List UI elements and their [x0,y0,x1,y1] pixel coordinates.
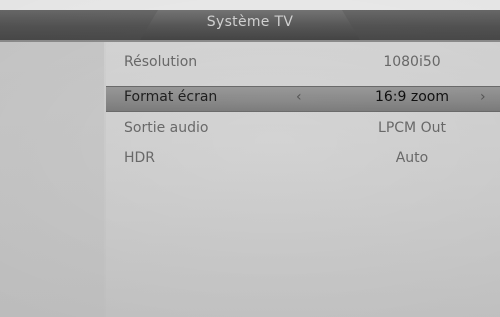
setting-value: LPCM Out [378,120,446,136]
sidebar-divider [0,42,104,317]
setting-label: HDR [124,150,156,166]
setting-value: Auto [395,150,429,166]
setting-value: 16:9 zoom [374,89,449,105]
window-title: Système TV [206,14,294,30]
setting-value: 1080i50 [383,54,441,70]
setting-row-hdr[interactable]: HDR Auto [106,148,500,172]
previous-option-arrow-icon[interactable]: ‹ [296,89,302,105]
settings-list: Résolution 1080i50 Format écran ‹ 16:9 z… [106,42,500,317]
setting-label: Sortie audio [124,120,209,136]
setting-label: Résolution [124,54,198,70]
next-option-arrow-icon[interactable]: › [480,89,486,105]
tv-system-settings-screen: Système TV Résolution 1080i50 Format écr… [0,0,500,317]
top-bezel [0,0,500,10]
setting-row-audio-output[interactable]: Sortie audio LPCM Out [106,118,500,142]
setting-row-screen-format[interactable]: Format écran ‹ 16:9 zoom › [106,86,500,112]
title-bar: Système TV [0,10,500,42]
setting-row-resolution[interactable]: Résolution 1080i50 [106,52,500,76]
setting-label: Format écran [124,89,218,105]
